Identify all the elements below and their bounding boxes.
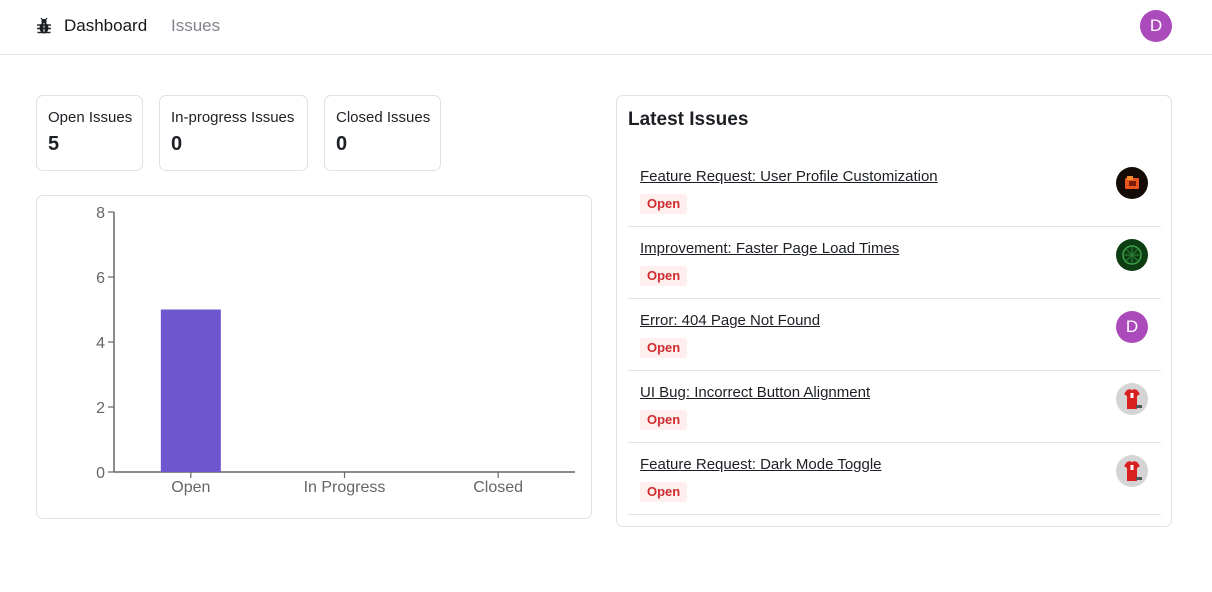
summary-label: In-progress Issues	[171, 109, 295, 126]
bug-icon[interactable]	[36, 17, 52, 35]
summary-label: Closed Issues	[336, 109, 431, 126]
assignee-avatar	[1116, 455, 1148, 487]
issue-row[interactable]: UI Bug: Incorrect Button Alignment Open	[628, 371, 1161, 443]
user-avatar[interactable]: D	[1140, 10, 1172, 42]
issue-row[interactable]: Feature Request: Dark Mode Toggle Open	[628, 443, 1161, 515]
summary-card-in-progress[interactable]: In-progress Issues 0	[159, 95, 308, 171]
issue-row[interactable]: Error: 404 Page Not Found Open D	[628, 299, 1161, 371]
x-tick-label: In Progress	[304, 479, 386, 496]
y-tick-label: 8	[96, 205, 105, 222]
top-navbar: Dashboard Issues D	[0, 0, 1212, 55]
summary-value: 0	[171, 133, 183, 155]
issues-bar-chart-card: 0 2 4 6 8 Open In Progress Closed	[36, 195, 592, 519]
assignee-avatar	[1116, 167, 1148, 199]
latest-issues-title: Latest Issues	[628, 109, 749, 130]
assignee-avatar	[1116, 383, 1148, 415]
issue-title-link[interactable]: Error: 404 Page Not Found	[640, 312, 820, 329]
summary-value: 0	[336, 133, 348, 155]
x-tick-label: Open	[171, 479, 210, 496]
issue-row[interactable]: Improvement: Faster Page Load Times Open	[628, 227, 1161, 299]
bar-open	[160, 309, 221, 472]
x-tick-label: Closed	[473, 479, 523, 496]
y-tick-label: 6	[96, 270, 105, 287]
summary-card-closed[interactable]: Closed Issues 0	[324, 95, 441, 171]
nav-link-dashboard[interactable]: Dashboard	[64, 16, 147, 36]
issues-bar-chart: 0 2 4 6 8 Open In Progress Closed	[96, 205, 575, 496]
y-tick-label: 0	[96, 465, 105, 482]
issue-title-link[interactable]: Feature Request: Dark Mode Toggle	[640, 456, 882, 473]
status-badge: Open	[640, 338, 688, 358]
y-tick-label: 4	[96, 335, 105, 352]
issue-row[interactable]: Feature Request: User Profile Customizat…	[628, 155, 1161, 227]
status-badge: Open	[640, 482, 688, 502]
status-badge: Open	[640, 266, 688, 286]
issue-title-link[interactable]: Improvement: Faster Page Load Times	[640, 240, 899, 257]
latest-issues-panel: Latest Issues Feature Request: User Prof…	[616, 95, 1172, 527]
status-badge: Open	[640, 410, 688, 430]
assignee-avatar: D	[1116, 311, 1148, 343]
summary-value: 5	[48, 133, 60, 155]
summary-label: Open Issues	[48, 109, 133, 126]
status-badge: Open	[640, 194, 688, 214]
nav-link-issues[interactable]: Issues	[171, 16, 220, 36]
y-tick-label: 2	[96, 400, 105, 417]
summary-card-open[interactable]: Open Issues 5	[36, 95, 143, 171]
issue-title-link[interactable]: UI Bug: Incorrect Button Alignment	[640, 384, 870, 401]
assignee-avatar	[1116, 239, 1148, 271]
issue-title-link[interactable]: Feature Request: User Profile Customizat…	[640, 168, 938, 185]
